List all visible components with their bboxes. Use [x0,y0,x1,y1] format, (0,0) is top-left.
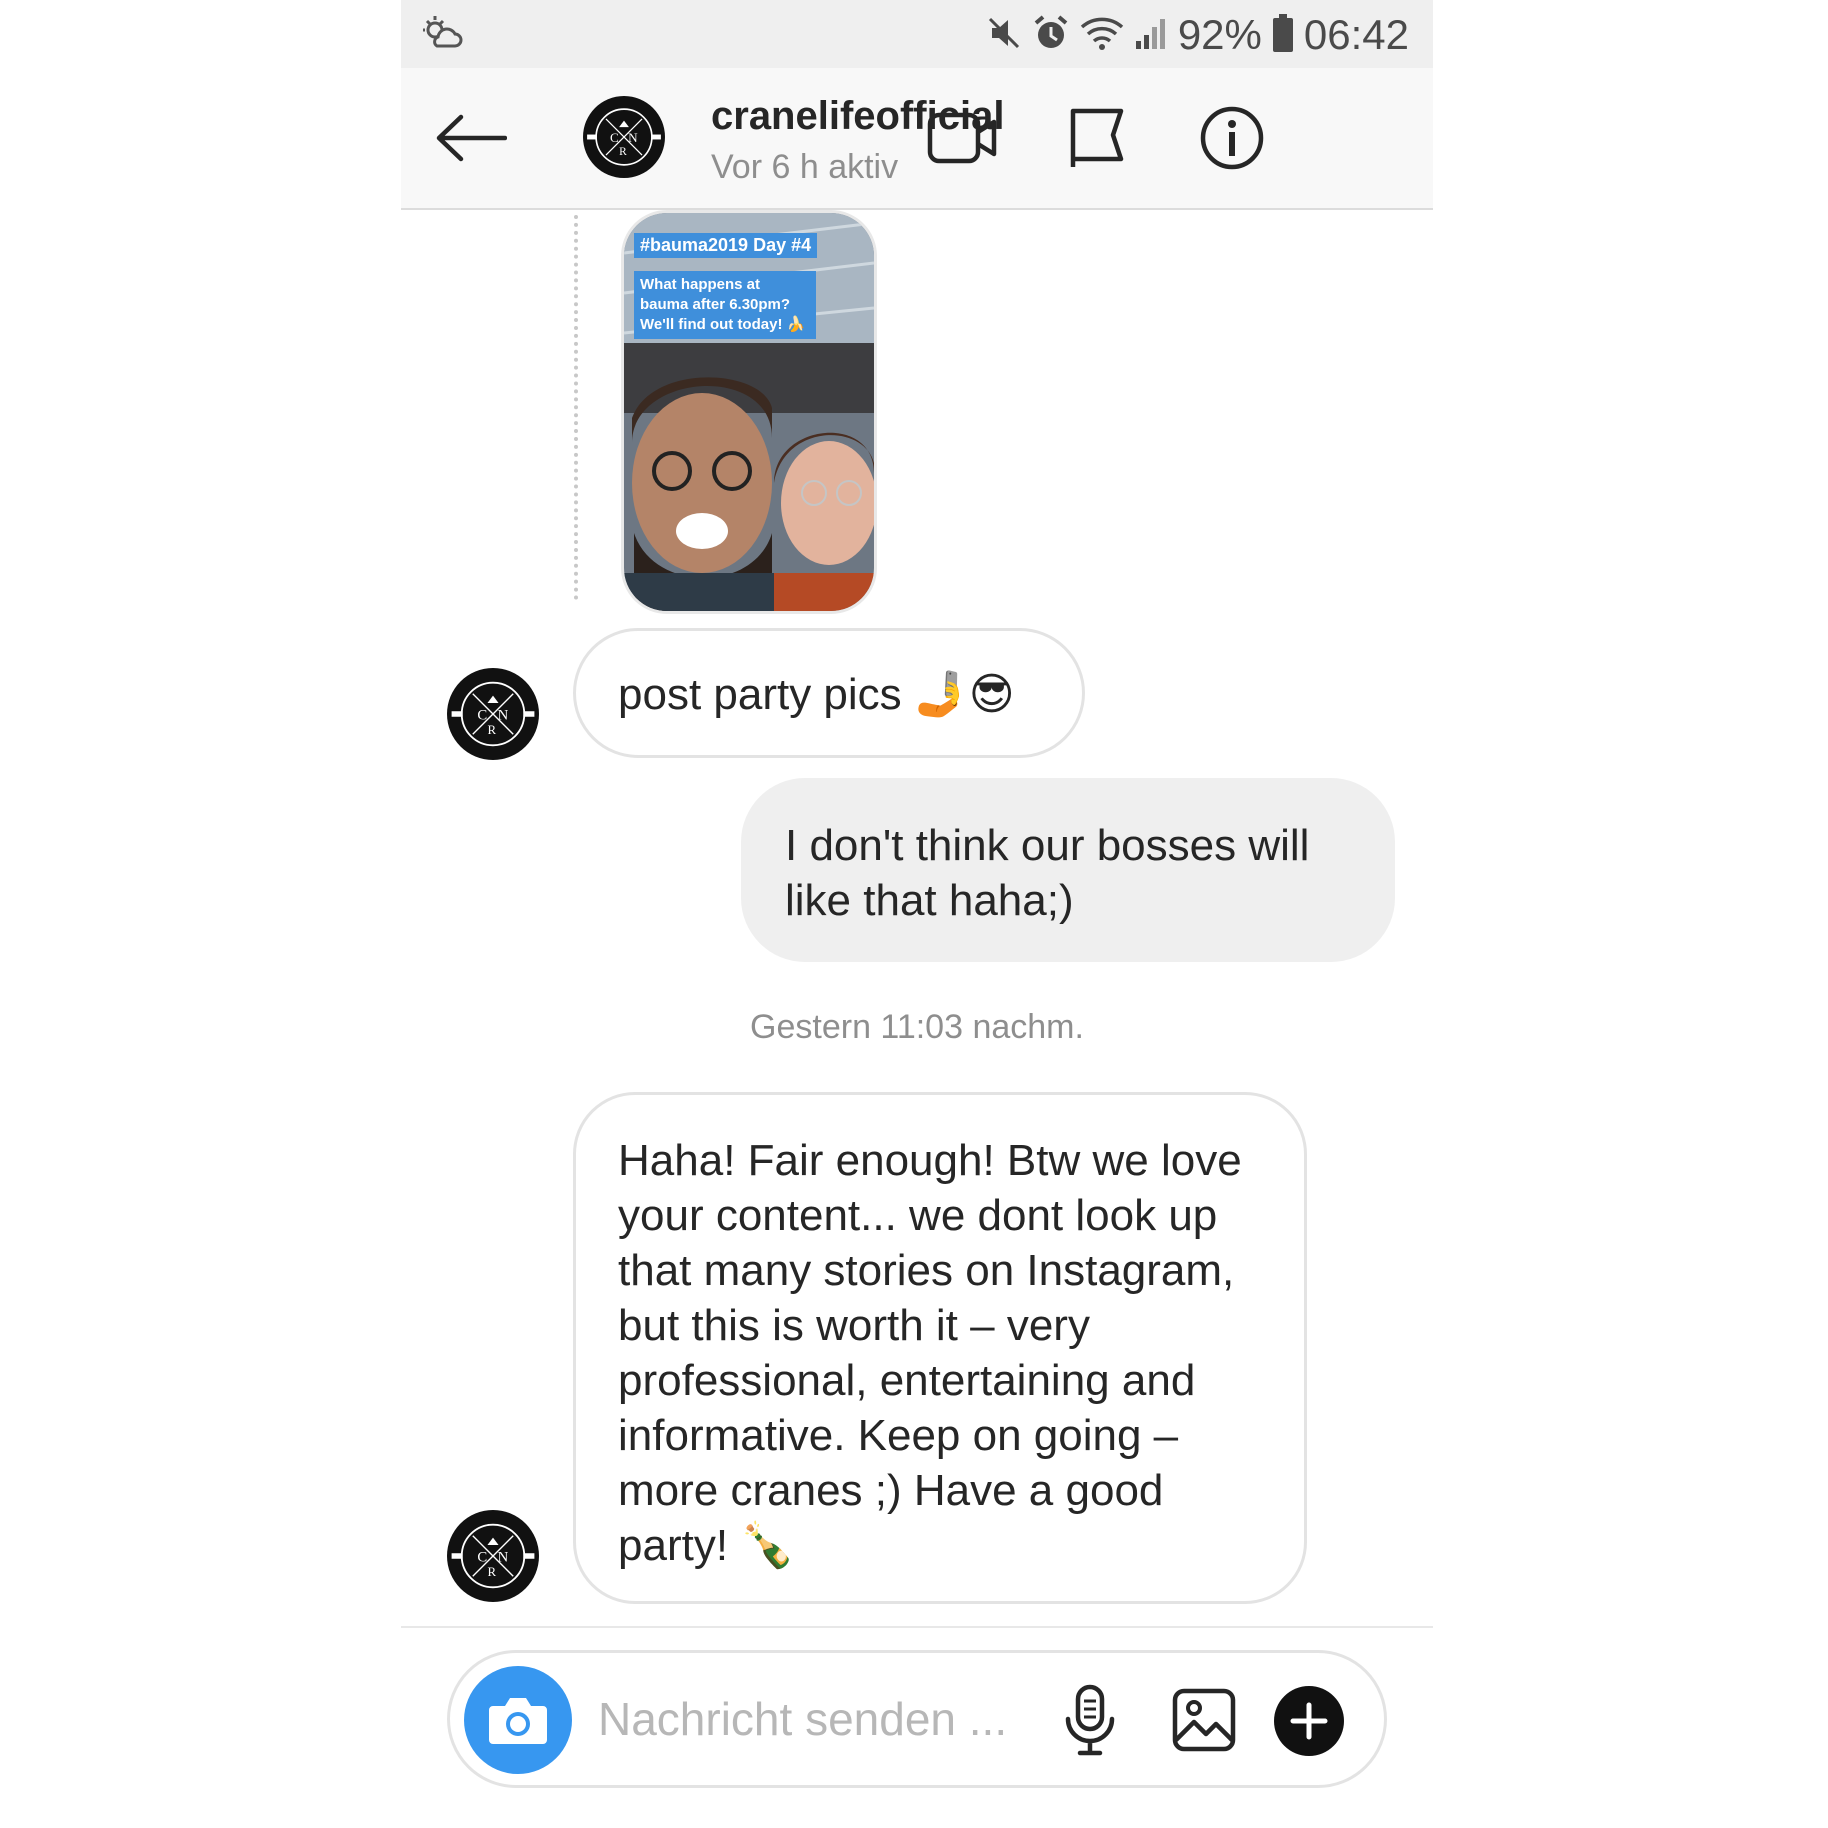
story-caption-title: #bauma2019 Day #4 [634,233,818,258]
signal-icon [1134,15,1168,56]
video-call-icon [927,112,997,164]
sender-avatar[interactable]: C N R [447,668,539,760]
message-text: I don't think our bosses will like that … [785,821,1310,925]
gallery-icon [1172,1688,1236,1752]
svg-text:C: C [477,1550,487,1566]
video-call-button[interactable] [923,98,1003,178]
back-button[interactable] [431,98,511,178]
more-options-button[interactable] [1274,1686,1344,1756]
camera-icon [489,1698,547,1744]
info-icon [1200,106,1264,170]
header-avatar[interactable]: C N R [583,96,665,178]
mute-icon [986,15,1022,56]
composer-divider [401,1626,1433,1628]
svg-text:R: R [487,723,496,737]
gallery-button[interactable] [1164,1680,1244,1760]
message-composer [447,1650,1387,1788]
plus-icon [1290,1702,1328,1740]
flag-icon [1070,108,1124,167]
message-text: post party pics 🤳😎 [618,670,1015,719]
svg-text:R: R [619,146,627,158]
story-thumbnail[interactable]: #bauma2019 Day #4 What happens at bauma … [621,210,877,614]
message-outgoing[interactable]: I don't think our bosses will like that … [741,778,1395,962]
svg-text:C: C [610,130,619,145]
message-text: Haha! Fair enough! Btw we love your cont… [618,1136,1242,1570]
info-button[interactable] [1192,98,1272,178]
sender-avatar[interactable]: C N R [447,1510,539,1602]
battery-percent: 92% [1177,11,1262,58]
story-caption-text: What happens at bauma after 6.30pm? We'l… [634,271,816,339]
status-bar: 92% 06:42 [401,0,1433,68]
wifi-icon [1080,15,1124,56]
message-incoming[interactable]: Haha! Fair enough! Btw we love your cont… [573,1092,1307,1604]
message-input[interactable] [596,1683,1020,1755]
alarm-icon [1032,14,1070,57]
weather-icon [421,14,465,54]
svg-text:N: N [628,130,638,145]
activity-status: Vor 6 h aktiv [711,148,899,186]
message-incoming[interactable]: post party pics 🤳😎 [573,628,1085,758]
back-arrow-icon [436,114,507,162]
voice-message-button[interactable] [1050,1680,1130,1760]
report-button[interactable] [1057,98,1137,178]
clock: 06:42 [1303,11,1409,58]
reply-thread-line [574,215,578,600]
phone-screen: 92% 06:42 C N R cranelifeofficial Vor 6 … [401,0,1433,1828]
svg-text:N: N [498,708,509,724]
camera-button[interactable] [464,1666,572,1774]
battery-icon [1272,13,1294,58]
svg-text:N: N [498,1550,509,1566]
message-timestamp: Gestern 11:03 nachm. [750,1008,1084,1046]
svg-text:R: R [487,1565,496,1579]
microphone-icon [1065,1684,1115,1756]
svg-text:C: C [477,708,487,724]
chat-header: C N R cranelifeofficial Vor 6 h aktiv [401,68,1433,210]
